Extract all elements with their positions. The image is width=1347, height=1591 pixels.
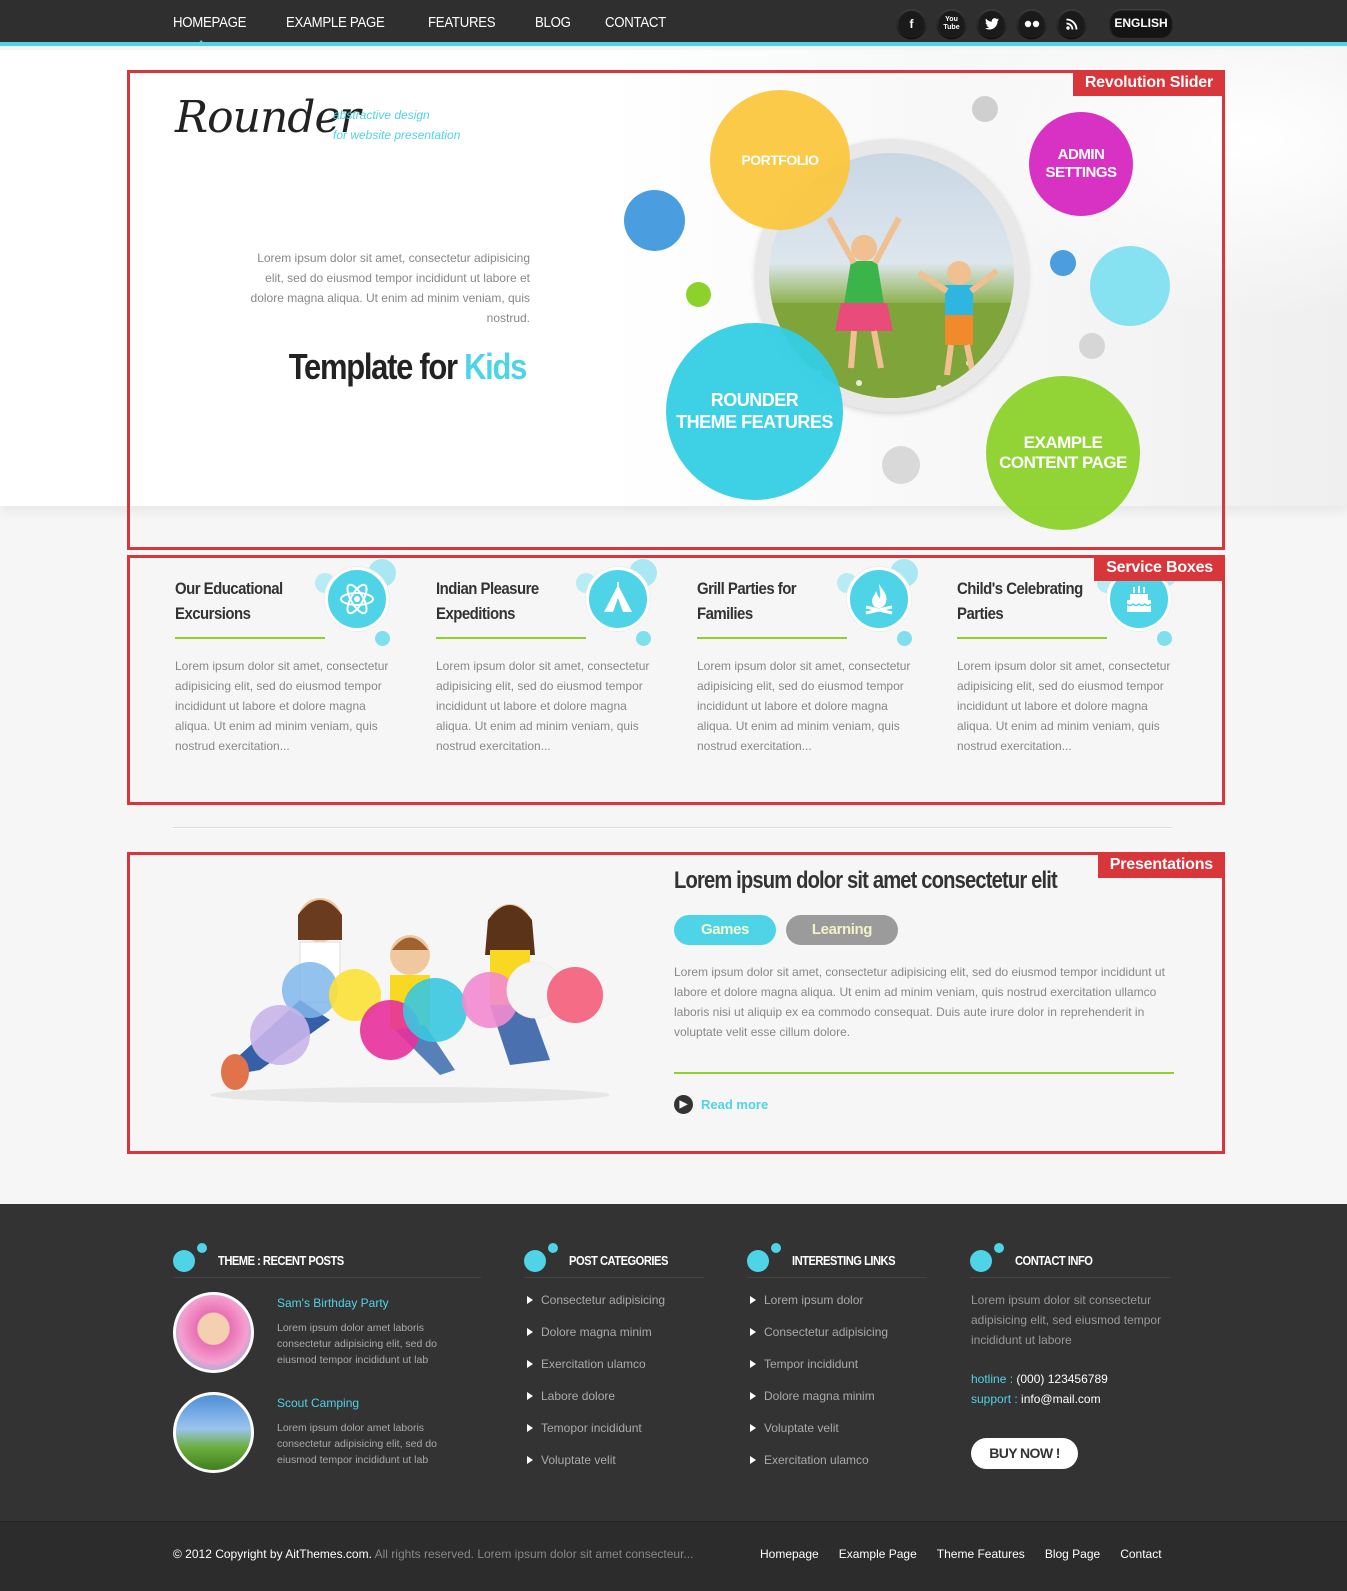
hotline-label: hotline : <box>971 1372 1014 1386</box>
nav-features[interactable]: FEATURES <box>428 0 496 46</box>
services-annotation-box: Service Boxes <box>127 555 1225 805</box>
main-nav: HOMEPAGE EXAMPLE PAGE FEATURES BLOG CONT… <box>173 0 674 46</box>
category-item[interactable]: Voluptate velit <box>525 1450 665 1482</box>
copyright-main: © 2012 Copyright by AitThemes.com. <box>173 1547 372 1561</box>
presentations-annotation-label: Presentations <box>1097 852 1225 878</box>
post-thumbnail-2[interactable] <box>173 1392 254 1473</box>
categories-list: Consectetur adipisicing Dolore magna min… <box>525 1290 665 1482</box>
footer-nav: Homepage Example Page Theme Features Blo… <box>760 1547 1162 1561</box>
interesting-links-title: INTERESTING LINKS <box>792 1253 896 1268</box>
services-annotation-label: Service Boxes <box>1094 555 1225 581</box>
hotline-row: hotline : (000) 123456789 <box>971 1372 1108 1386</box>
post-excerpt-2: Lorem ipsum dolor amet laboris consectet… <box>277 1422 437 1466</box>
heading-dot-icon <box>970 1250 992 1272</box>
nav-contact[interactable]: CONTACT <box>605 0 666 46</box>
heading-rule <box>970 1277 1171 1278</box>
copyright: © 2012 Copyright by AitThemes.com. All r… <box>173 1547 693 1561</box>
support-value[interactable]: info@mail.com <box>1021 1392 1101 1406</box>
heading-rule <box>747 1277 927 1278</box>
link-item[interactable]: Dolore magna minim <box>748 1386 888 1418</box>
heading-dot-icon <box>548 1243 558 1253</box>
footer-nav-contact[interactable]: Contact <box>1120 1547 1161 1561</box>
category-item[interactable]: Exercitation ulamco <box>525 1354 665 1386</box>
category-item[interactable]: Consectetur adipisicing <box>525 1290 665 1322</box>
heading-dot-icon <box>173 1250 195 1272</box>
heading-rule <box>173 1277 481 1278</box>
footer-nav-theme-features[interactable]: Theme Features <box>937 1547 1025 1561</box>
recent-post-1: Sam's Birthday Party Lorem ipsum dolor a… <box>173 1292 483 1374</box>
category-item[interactable]: Temopor incididunt <box>525 1418 665 1450</box>
copyright-dim: All rights reserved. Lorem ipsum dolor s… <box>374 1547 694 1561</box>
rss-icon[interactable] <box>1057 9 1086 38</box>
contact-description: Lorem ipsum dolor sit consectetur adipis… <box>971 1293 1162 1347</box>
section-divider <box>173 827 1172 829</box>
recent-post-2: Scout Camping Lorem ipsum dolor amet lab… <box>173 1392 483 1474</box>
nav-example-page[interactable]: EXAMPLE PAGE <box>286 0 385 46</box>
post-thumbnail-1[interactable] <box>173 1292 254 1373</box>
contact-info-title: CONTACT INFO <box>1015 1253 1093 1268</box>
heading-dot-icon <box>524 1250 546 1272</box>
interesting-links-list: Lorem ipsum dolor Consectetur adipisicin… <box>748 1290 888 1482</box>
footer-nav-blog-page[interactable]: Blog Page <box>1045 1547 1100 1561</box>
link-item[interactable]: Lorem ipsum dolor <box>748 1290 888 1322</box>
post-excerpt-1: Lorem ipsum dolor amet laboris consectet… <box>277 1322 437 1366</box>
facebook-icon[interactable]: f <box>897 9 926 38</box>
footer-nav-example-page[interactable]: Example Page <box>839 1547 917 1561</box>
post-title-2[interactable]: Scout Camping <box>277 1396 359 1410</box>
twitter-icon[interactable] <box>977 9 1006 38</box>
buy-now-button[interactable]: BUY NOW ! <box>971 1438 1078 1469</box>
support-label: support : <box>971 1392 1018 1406</box>
link-item[interactable]: Tempor incididunt <box>748 1354 888 1386</box>
top-navbar: HOMEPAGE EXAMPLE PAGE FEATURES BLOG CONT… <box>0 0 1347 46</box>
social-links: f You Tube <box>897 9 1086 38</box>
category-item[interactable]: Labore dolore <box>525 1386 665 1418</box>
post-categories-title: POST CATEGORIES <box>569 1253 668 1268</box>
heading-dot-icon <box>771 1243 781 1253</box>
hotline-value[interactable]: (000) 123456789 <box>1016 1372 1107 1386</box>
slider-annotation-box: Revolution Slider <box>127 70 1225 550</box>
heading-dot-icon <box>197 1243 207 1253</box>
heading-rule <box>524 1277 704 1278</box>
category-item[interactable]: Dolore magna minim <box>525 1322 665 1354</box>
link-item[interactable]: Voluptate velit <box>748 1418 888 1450</box>
youtube-icon[interactable]: You Tube <box>937 9 966 38</box>
link-item[interactable]: Exercitation ulamco <box>748 1450 888 1482</box>
nav-homepage[interactable]: HOMEPAGE <box>173 0 246 46</box>
footer-nav-homepage[interactable]: Homepage <box>760 1547 819 1561</box>
heading-dot-icon <box>994 1243 1004 1253</box>
support-row: support : info@mail.com <box>971 1392 1101 1406</box>
heading-dot-icon <box>747 1250 769 1272</box>
language-button[interactable]: ENGLISH <box>1109 9 1173 38</box>
presentations-annotation-box: Presentations <box>127 852 1225 1154</box>
slider-annotation-label: Revolution Slider <box>1072 70 1225 96</box>
post-title-1[interactable]: Sam's Birthday Party <box>277 1296 389 1310</box>
flickr-icon[interactable] <box>1017 9 1046 38</box>
link-item[interactable]: Consectetur adipisicing <box>748 1322 888 1354</box>
nav-blog[interactable]: BLOG <box>535 0 571 46</box>
recent-posts-title: THEME : RECENT POSTS <box>218 1253 344 1268</box>
